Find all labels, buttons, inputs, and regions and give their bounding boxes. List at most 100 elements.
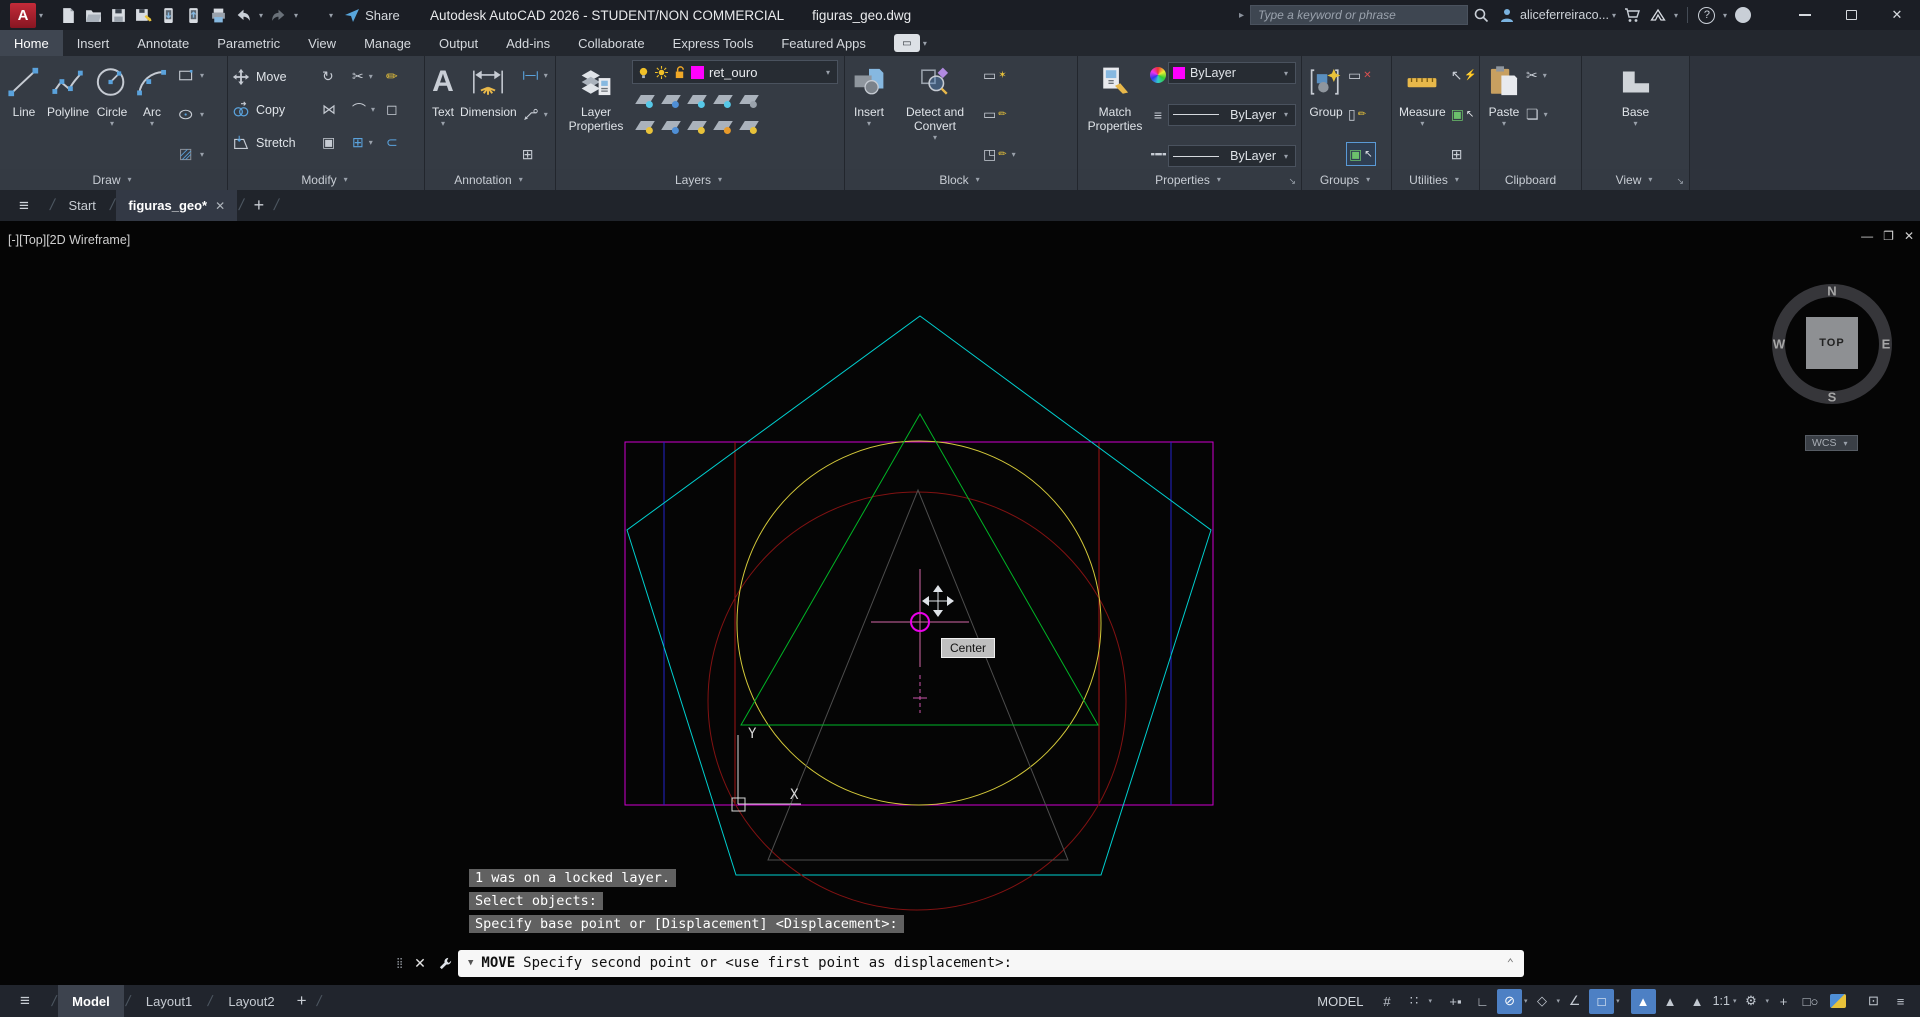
circle-caret-icon[interactable]: ▾ <box>110 119 114 128</box>
panel-label-utilities[interactable]: Utilities▾ <box>1392 169 1479 190</box>
measure-caret-icon[interactable]: ▾ <box>1420 119 1424 128</box>
object-color-caret-icon[interactable]: ▾ <box>1284 69 1288 78</box>
viewcube-south[interactable]: S <box>1828 390 1837 405</box>
autocad-app-icon[interactable]: A <box>10 3 36 28</box>
autodesk-menu-caret-icon[interactable]: ▾ <box>1674 11 1678 20</box>
panel-label-layers[interactable]: Layers▾ <box>556 169 844 190</box>
new-file-icon[interactable] <box>56 3 81 27</box>
quick-calculator-button[interactable]: ⊞ <box>1449 142 1479 166</box>
save-icon[interactable] <box>106 3 131 27</box>
ribbon-panel-toggle-icon[interactable]: ▭ <box>894 34 920 52</box>
annotation-visibility-icon[interactable]: ▲ <box>1631 989 1656 1014</box>
signed-in-user[interactable]: aliceferreiraco... <box>1520 8 1609 22</box>
isometric-drafting-caret-icon[interactable]: ▾ <box>1557 997 1561 1005</box>
undo-icon[interactable] <box>231 3 256 27</box>
erase-button[interactable]: ✏ <box>384 65 414 89</box>
array-button[interactable]: ⊞▾ <box>350 131 384 155</box>
new-layout-button[interactable]: + <box>297 991 307 1011</box>
measure-button[interactable]: Measure ▾ <box>1396 60 1449 169</box>
user-menu-caret-icon[interactable]: ▾ <box>1612 11 1616 20</box>
quick-select-button[interactable]: ↖⚡ <box>1449 63 1479 87</box>
search-expand-icon[interactable]: ▸ <box>1239 10 1244 21</box>
array-caret-icon[interactable]: ▾ <box>369 138 373 147</box>
trim-button[interactable]: ✂▾ <box>350 65 384 89</box>
rectangle-caret-icon[interactable]: ▾ <box>200 71 204 80</box>
object-color-wheel-icon[interactable] <box>1148 63 1168 87</box>
redo-caret-icon[interactable]: ▾ <box>294 11 298 20</box>
trim-caret-icon[interactable]: ▾ <box>369 72 373 81</box>
ribbon-tab-insert[interactable]: Insert <box>63 30 124 56</box>
text-caret-icon[interactable]: ▾ <box>441 119 445 128</box>
new-drawing-tab-button[interactable]: + <box>254 195 265 216</box>
layer-freeze-button[interactable] <box>684 87 710 111</box>
text-button[interactable]: A Text ▾ <box>429 60 457 169</box>
customize-quick-access-caret-icon[interactable]: ▾ <box>329 11 333 20</box>
layer-match-button[interactable] <box>658 87 684 111</box>
ribbon-tab-view[interactable]: View <box>294 30 350 56</box>
leader-button[interactable]: ▾ <box>520 103 553 127</box>
layer-unisolate-button[interactable] <box>632 113 658 137</box>
command-options-caret-icon[interactable]: ▼ <box>468 958 473 968</box>
rotate-button[interactable]: ↻ <box>320 65 350 89</box>
layer-thaw-all-button[interactable] <box>684 113 710 137</box>
insert-caret-icon[interactable]: ▾ <box>867 119 871 128</box>
ribbon-tab-express-tools[interactable]: Express Tools <box>659 30 768 56</box>
help-icon[interactable]: ? <box>1694 2 1720 28</box>
object-snap-icon[interactable]: □ <box>1589 989 1614 1014</box>
file-tabs-menu-icon[interactable]: ≡ <box>0 196 48 216</box>
annotation-monitor-icon[interactable]: + <box>1771 989 1796 1014</box>
viewcube-top-face[interactable]: TOP <box>1806 317 1858 369</box>
isolate-objects-icon[interactable]: □○ <box>1798 989 1823 1014</box>
cut-clip-button[interactable]: ✂▾ <box>1524 63 1553 87</box>
isometric-drafting-icon[interactable]: ◇ <box>1530 989 1555 1014</box>
group-button[interactable]: Group <box>1306 60 1346 169</box>
layer-dropdown-caret-icon[interactable]: ▾ <box>826 68 830 77</box>
store-cart-icon[interactable] <box>1619 2 1645 28</box>
object-snap-caret-icon[interactable]: ▾ <box>1616 997 1620 1005</box>
hatch-button[interactable]: ▾ <box>176 142 209 166</box>
layer-thaw-sun-icon[interactable] <box>655 66 668 79</box>
table-button[interactable]: ⊞ <box>520 142 553 166</box>
workspace-switching-caret-icon[interactable]: ▾ <box>1765 997 1769 1005</box>
workspace-switching-icon[interactable]: ⚙ <box>1738 989 1763 1014</box>
define-attributes-button[interactable]: ◳✏▾ <box>981 142 1021 166</box>
layer-color-swatch[interactable] <box>691 66 704 79</box>
layer-previous-button[interactable] <box>736 113 762 137</box>
layer-isolate-button[interactable] <box>632 87 658 111</box>
layer-on-bulb-icon[interactable] <box>637 66 650 79</box>
view-dialog-launcher-icon[interactable]: ↘ <box>1676 176 1684 187</box>
ribbon-tab-output[interactable]: Output <box>425 30 492 56</box>
graphics-performance-icon[interactable] <box>1825 989 1850 1014</box>
layer-unlock-icon[interactable] <box>673 66 686 79</box>
search-icon[interactable] <box>1468 2 1494 28</box>
layout-tab-layout1[interactable]: Layout1 <box>132 985 206 1017</box>
panel-label-draw[interactable]: Draw▾ <box>0 169 227 190</box>
stretch-button[interactable]: Stretch <box>232 134 320 152</box>
detect-convert-caret-icon[interactable]: ▾ <box>933 133 937 142</box>
command-line-bar[interactable]: ⣿ ✕ ▼ MOVE Specify second point or <use … <box>396 948 1524 978</box>
layout-tab-model[interactable]: Model <box>58 985 124 1017</box>
command-history-expand-icon[interactable]: ⌃ <box>1507 956 1514 970</box>
layer-walk-button[interactable] <box>736 87 762 111</box>
panel-label-groups[interactable]: Groups▾ <box>1302 169 1391 190</box>
polar-tracking-icon[interactable]: ⊘ <box>1497 989 1522 1014</box>
layer-change-button[interactable] <box>658 113 684 137</box>
ellipse-button[interactable]: ▾ <box>176 103 209 127</box>
command-bar-grip[interactable]: ⣿ <box>396 961 408 966</box>
status-menu-icon[interactable]: ≡ <box>0 991 50 1011</box>
redo-icon[interactable] <box>266 3 291 27</box>
object-color-dropdown[interactable]: ByLayer ▾ <box>1168 62 1296 84</box>
ribbon-tab-add-ins[interactable]: Add-ins <box>492 30 564 56</box>
open-from-web-mobile-icon[interactable] <box>181 3 206 27</box>
line-button[interactable]: Line <box>4 60 44 169</box>
drawing-canvas[interactable]: [-][Top][2D Wireframe] — ❐ ✕ YX N W E S … <box>0 221 1920 985</box>
mirror-button[interactable]: ⋈ <box>320 98 350 122</box>
layer-dropdown[interactable]: ret_ouro ▾ <box>632 60 838 84</box>
group-selection-toggle-button[interactable]: ▣↖ <box>1346 142 1376 166</box>
detect-convert-button[interactable]: Detect and Convert ▾ <box>889 60 981 169</box>
annotation-scale-caret-icon[interactable]: ▾ <box>1733 997 1737 1005</box>
app-menu-caret-icon[interactable]: ▾ <box>39 11 43 20</box>
ribbon-tab-featured-apps[interactable]: Featured Apps <box>767 30 880 56</box>
layer-unlock-button[interactable] <box>710 113 736 137</box>
panel-label-block[interactable]: Block▾ <box>845 169 1077 190</box>
